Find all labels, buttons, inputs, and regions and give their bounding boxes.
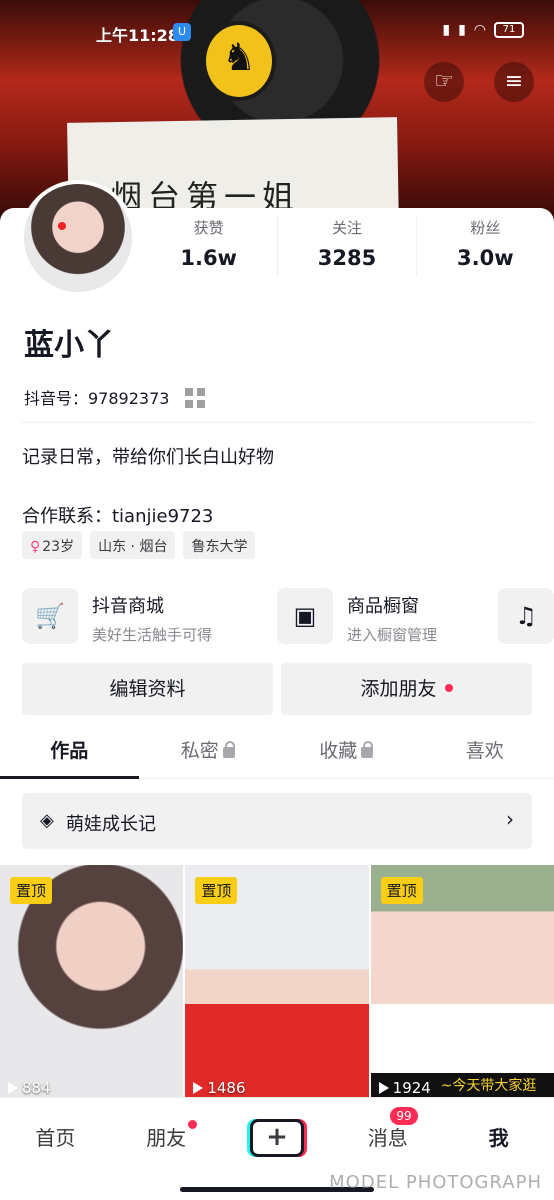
play-icon	[193, 1082, 204, 1094]
play-count-value: 884	[22, 1079, 51, 1097]
play-count-value: 1486	[207, 1079, 246, 1097]
signal-icon: ▮▮	[442, 22, 474, 38]
stat-value: 1.6w	[180, 246, 237, 270]
qr-code-icon[interactable]	[184, 388, 205, 408]
video-thumbnail[interactable]: 置顶 1486	[185, 865, 369, 1097]
nav-label: 消息	[367, 1126, 408, 1150]
tag-location[interactable]: 山东 · 烟台	[90, 531, 176, 559]
lock-icon	[222, 741, 235, 758]
play-icon	[8, 1082, 18, 1094]
layers-icon: ◈	[40, 810, 54, 831]
profile-name: 蓝小丫	[24, 328, 114, 363]
status-indicators: ▮▮◠ 71	[442, 22, 524, 38]
stat-followers[interactable]: 粉丝 3.0w	[415, 215, 554, 275]
status-time: 上午11:28	[96, 26, 179, 45]
divider	[22, 422, 534, 423]
shop-icon: ▣	[277, 588, 333, 644]
tab-label: 私密	[180, 740, 219, 762]
tab-works[interactable]: 作品	[0, 725, 139, 779]
video-grid: 置顶 884 置顶 1486 置顶 ~今天带大家逛 1924	[0, 865, 554, 1097]
bio-line: 记录日常，带给你们长白山好物	[22, 447, 274, 468]
play-count: 1486	[193, 1079, 246, 1097]
tab-likes[interactable]: 喜欢	[416, 725, 554, 778]
collection-label: 萌娃成长记	[66, 814, 156, 835]
nav-label: 朋友	[146, 1126, 187, 1150]
lock-icon	[361, 741, 374, 758]
stat-value: 3285	[317, 246, 377, 270]
add-friends-label: 添加朋友	[360, 678, 437, 700]
music-icon: ♫	[498, 588, 554, 644]
tag-age: ♀ 23岁	[22, 531, 83, 559]
app-notification-icon: U	[173, 23, 191, 41]
profile-stats: 获赞 1.6w 关注 3285 粉丝 3.0w	[140, 215, 554, 275]
pinned-badge: 置顶	[380, 877, 423, 904]
service-title: 商品橱窗	[347, 596, 419, 617]
tab-label: 收藏	[319, 740, 358, 762]
video-thumbnail[interactable]: 置顶 884	[0, 865, 184, 1097]
collection-entry[interactable]: ◈ 萌娃成长记 ›	[22, 793, 532, 849]
bio-contact-line: 合作联系：tianjie9723	[22, 506, 214, 527]
profile-tags: ♀ 23岁 山东 · 烟台 鲁东大学	[22, 531, 256, 559]
service-subtitle: 美好生活触手可得	[92, 626, 213, 644]
pinned-badge: 置顶	[195, 877, 238, 904]
nav-messages[interactable]: 消息 99	[332, 1098, 443, 1177]
douyin-id: 抖音号：97892373	[24, 385, 205, 409]
add-friends-button[interactable]: 添加朋友	[281, 663, 532, 715]
avatar[interactable]	[20, 180, 136, 296]
stat-label: 关注	[331, 219, 362, 237]
nav-home[interactable]: 首页	[0, 1098, 111, 1177]
stat-likes[interactable]: 获赞 1.6w	[140, 215, 277, 275]
service-music[interactable]: ♫	[498, 588, 554, 644]
tag-age-text: 23岁	[42, 539, 75, 555]
play-icon	[378, 1082, 389, 1094]
douyin-id-text: 抖音号：97892373	[24, 389, 170, 408]
female-icon: ♀	[30, 539, 41, 555]
content-tabs: 作品 私密 收藏 喜欢	[0, 725, 554, 779]
wifi-icon: ◠	[473, 22, 494, 38]
visitor-pointer-icon[interactable]: ☞	[424, 62, 464, 102]
play-count-value: 1924	[392, 1079, 431, 1097]
message-count-badge: 99	[390, 1107, 418, 1125]
battery-icon: 71	[494, 22, 524, 38]
stat-value: 3.0w	[457, 246, 514, 270]
edit-profile-button[interactable]: 编辑资料	[22, 663, 273, 715]
create-plus-button[interactable]: +	[249, 1119, 304, 1157]
service-product-window[interactable]: ▣ 商品橱窗 进入橱窗管理	[277, 588, 437, 644]
tag-school[interactable]: 鲁东大学	[183, 531, 256, 559]
tab-favorites[interactable]: 收藏	[277, 725, 416, 778]
service-douyin-mall[interactable]: 🛒 抖音商城 美好生活触手可得	[22, 588, 212, 644]
tab-private[interactable]: 私密	[139, 725, 278, 778]
stat-following[interactable]: 关注 3285	[277, 215, 415, 275]
status-bar: 上午11:28 U ▮▮◠ 71	[0, 20, 554, 46]
chevron-right-icon: ›	[506, 807, 514, 831]
menu-icon[interactable]: ≡	[494, 62, 534, 102]
pinned-badge: 置顶	[10, 877, 53, 904]
nav-friends[interactable]: 朋友	[111, 1098, 222, 1177]
nav-create[interactable]: +	[222, 1098, 333, 1177]
video-thumbnail[interactable]: 置顶 ~今天带大家逛 1924	[370, 865, 554, 1097]
nav-me[interactable]: 我	[443, 1098, 554, 1177]
bottom-navigation: 首页 朋友 + 消息 99 我	[0, 1097, 554, 1177]
play-count: 884	[8, 1079, 51, 1097]
service-subtitle: 进入橱窗管理	[347, 626, 438, 644]
notification-dot	[187, 1120, 197, 1129]
stat-label: 粉丝	[470, 219, 501, 237]
notification-dot	[444, 684, 453, 692]
service-title: 抖音商城	[92, 596, 164, 617]
cart-icon: 🛒	[22, 588, 78, 644]
play-count: 1924	[378, 1079, 431, 1097]
stat-label: 获赞	[193, 219, 224, 237]
watermark: MODEL PHOTOGRAPH	[329, 1172, 542, 1193]
